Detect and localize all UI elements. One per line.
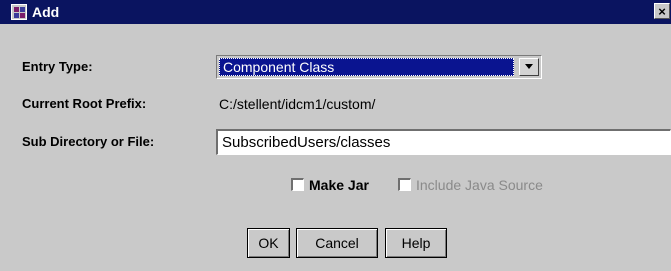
make-jar-label[interactable]: Make Jar xyxy=(309,177,369,193)
add-dialog: Add × Entry Type: Component Class Curren… xyxy=(0,0,671,271)
root-prefix-value: C:/stellent/idcm1/custom/ xyxy=(219,96,376,112)
help-button[interactable]: Help xyxy=(385,228,447,258)
cancel-button[interactable]: Cancel xyxy=(296,228,378,258)
dialog-title: Add xyxy=(32,4,60,20)
entry-type-selected-value[interactable]: Component Class xyxy=(219,58,514,76)
sub-directory-label: Sub Directory or File: xyxy=(22,134,155,149)
make-jar-checkbox[interactable] xyxy=(291,178,304,191)
entry-type-select[interactable]: Component Class xyxy=(216,55,542,79)
root-prefix-label: Current Root Prefix: xyxy=(22,96,147,111)
include-java-source-checkbox[interactable] xyxy=(398,178,411,191)
close-icon[interactable]: × xyxy=(654,3,670,19)
chevron-down-icon[interactable] xyxy=(519,58,539,76)
sub-directory-input[interactable] xyxy=(216,129,671,155)
title-bar[interactable]: Add × xyxy=(0,0,671,24)
include-java-source-label[interactable]: Include Java Source xyxy=(416,177,543,193)
entry-type-label: Entry Type: xyxy=(22,59,93,74)
app-icon xyxy=(11,4,27,20)
ok-button[interactable]: OK xyxy=(247,228,290,258)
